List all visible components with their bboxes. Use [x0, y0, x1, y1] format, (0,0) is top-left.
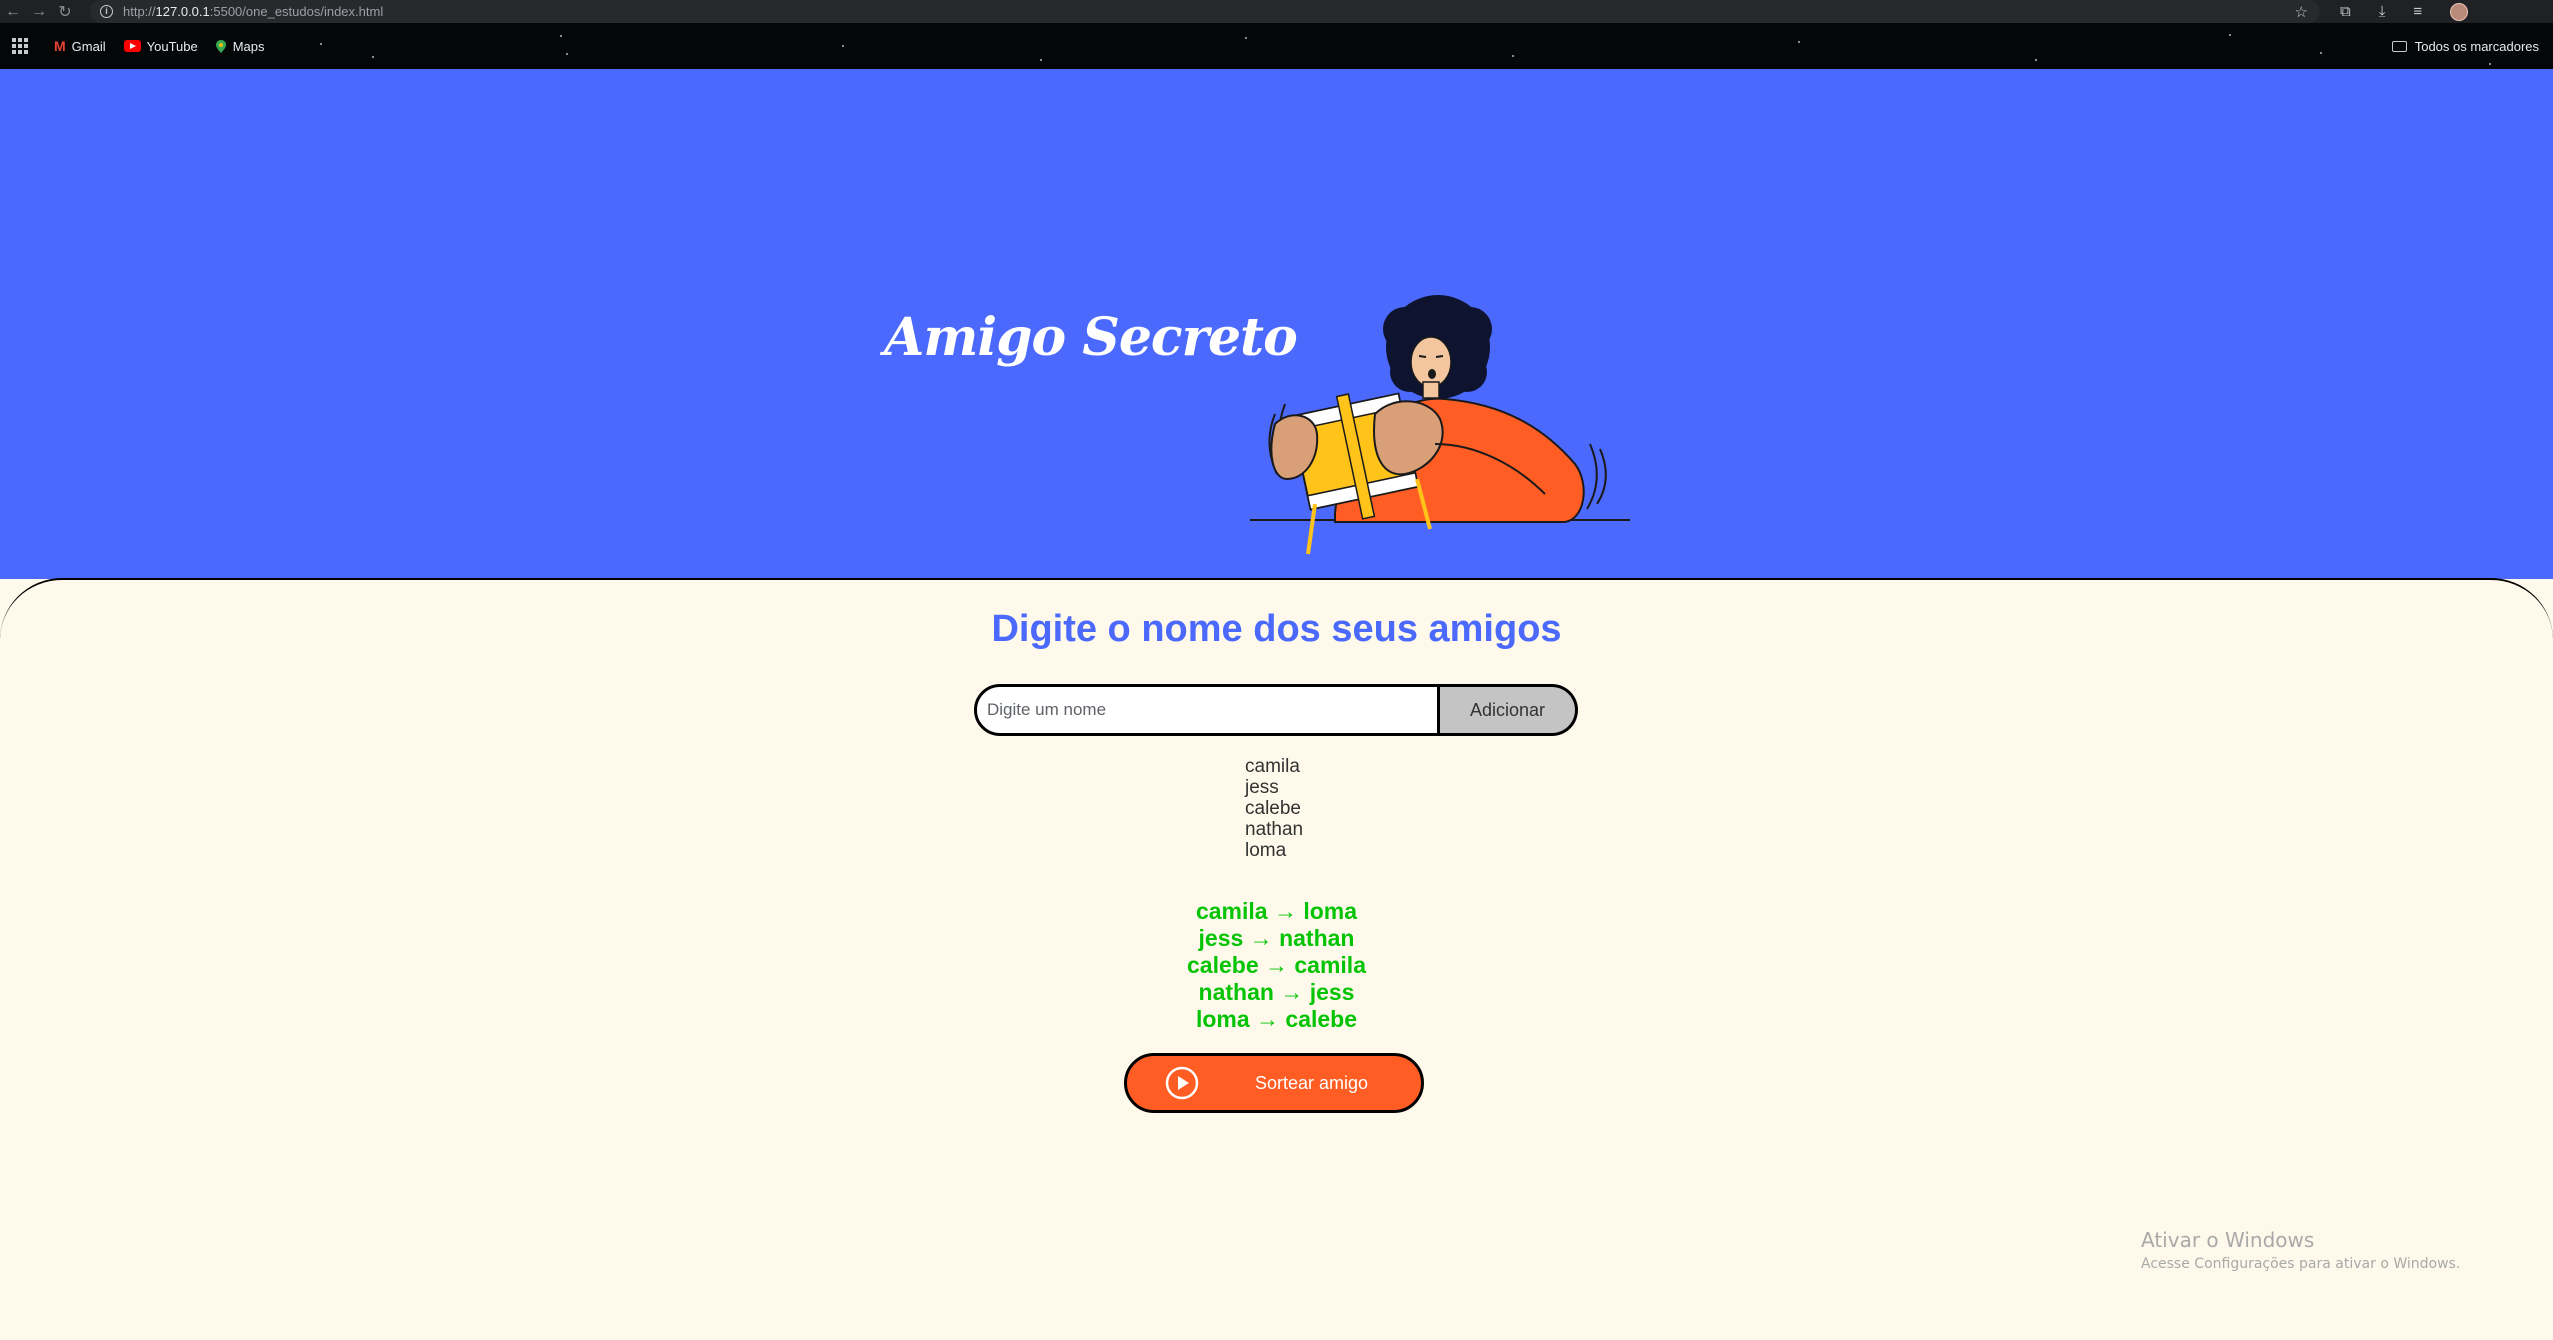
- bookmark-star-icon[interactable]: ☆: [2295, 3, 2308, 21]
- page-title: Amigo Secreto: [884, 307, 1298, 368]
- bookmark-label: Gmail: [71, 38, 106, 54]
- site-info-icon[interactable]: i: [100, 5, 113, 18]
- list-item: loma: [1245, 840, 1287, 861]
- address-bar[interactable]: i http://127.0.0.1:5500/one_estudos/inde…: [90, 0, 2320, 23]
- browser-toolbar: ← → ↻ i http://127.0.0.1:5500/one_estudo…: [0, 0, 2553, 23]
- bookmark-gmail[interactable]: M Gmail: [54, 38, 106, 54]
- result-item: camila → loma: [1195, 898, 1358, 924]
- bookmark-label: YouTube: [146, 38, 198, 54]
- youtube-icon: [123, 40, 141, 52]
- gmail-icon: M: [54, 38, 66, 54]
- forward-arrow-icon[interactable]: →: [26, 3, 52, 21]
- list-item: calebe: [1245, 798, 1301, 819]
- url-text: http://127.0.0.1:5500/one_estudos/index.…: [123, 4, 384, 19]
- result-item: nathan → jess: [1198, 979, 1355, 1005]
- folder-icon: [2391, 40, 2407, 52]
- bookmarks-bar: M Gmail YouTube Maps Todos os marcadores: [0, 23, 2553, 69]
- name-input[interactable]: [974, 684, 1440, 736]
- list-item: nathan: [1245, 819, 1304, 840]
- page-header: Amigo Secreto: [0, 69, 2553, 579]
- profile-avatar[interactable]: [2450, 2, 2469, 21]
- media-control-icon[interactable]: ≡: [2413, 3, 2422, 20]
- windows-activation-watermark: Ativar o Windows Acesse Configurações pa…: [2141, 1228, 2460, 1272]
- maps-icon: [215, 39, 226, 53]
- add-button[interactable]: Adicionar: [1440, 684, 1578, 736]
- download-icon[interactable]: ⤓: [2379, 3, 2386, 20]
- extensions-icon[interactable]: ⧉: [2340, 3, 2351, 20]
- draw-friend-button[interactable]: Sortear amigo: [1124, 1053, 1424, 1113]
- result-item: calebe → camila: [1187, 952, 1366, 978]
- draw-button-label: Sortear amigo: [1255, 1072, 1369, 1093]
- result-item: jess → nathan: [1198, 925, 1355, 951]
- results-list: camila → loma jess → nathan calebe → cam…: [0, 898, 2553, 1033]
- all-bookmarks-button[interactable]: Todos os marcadores: [2391, 38, 2539, 54]
- list-item: camila: [1245, 756, 1300, 777]
- list-item: jess: [1245, 777, 1279, 798]
- bookmark-label: Maps: [232, 38, 265, 54]
- result-item: loma → calebe: [1195, 1006, 1358, 1032]
- main-section: Digite o nome dos seus amigos Adicionar …: [0, 578, 2553, 1340]
- apps-grid-icon[interactable]: [12, 38, 28, 54]
- bookmark-maps[interactable]: Maps: [215, 38, 265, 54]
- activation-title: Ativar o Windows: [2141, 1228, 2315, 1252]
- play-icon: [1165, 1066, 1199, 1100]
- activation-subtitle: Acesse Configurações para ativar o Windo…: [2141, 1256, 2461, 1272]
- person-with-gift-illustration: [1250, 295, 1630, 555]
- section-title: Digite o nome dos seus amigos: [991, 608, 1562, 650]
- friends-list: camila jess calebe nathan loma: [1245, 756, 1303, 861]
- all-bookmarks-label: Todos os marcadores: [2414, 38, 2539, 54]
- back-arrow-icon[interactable]: ←: [0, 3, 26, 21]
- reload-icon[interactable]: ↻: [52, 2, 78, 22]
- add-friend-form: Adicionar: [974, 684, 1578, 736]
- bookmark-youtube[interactable]: YouTube: [123, 38, 198, 54]
